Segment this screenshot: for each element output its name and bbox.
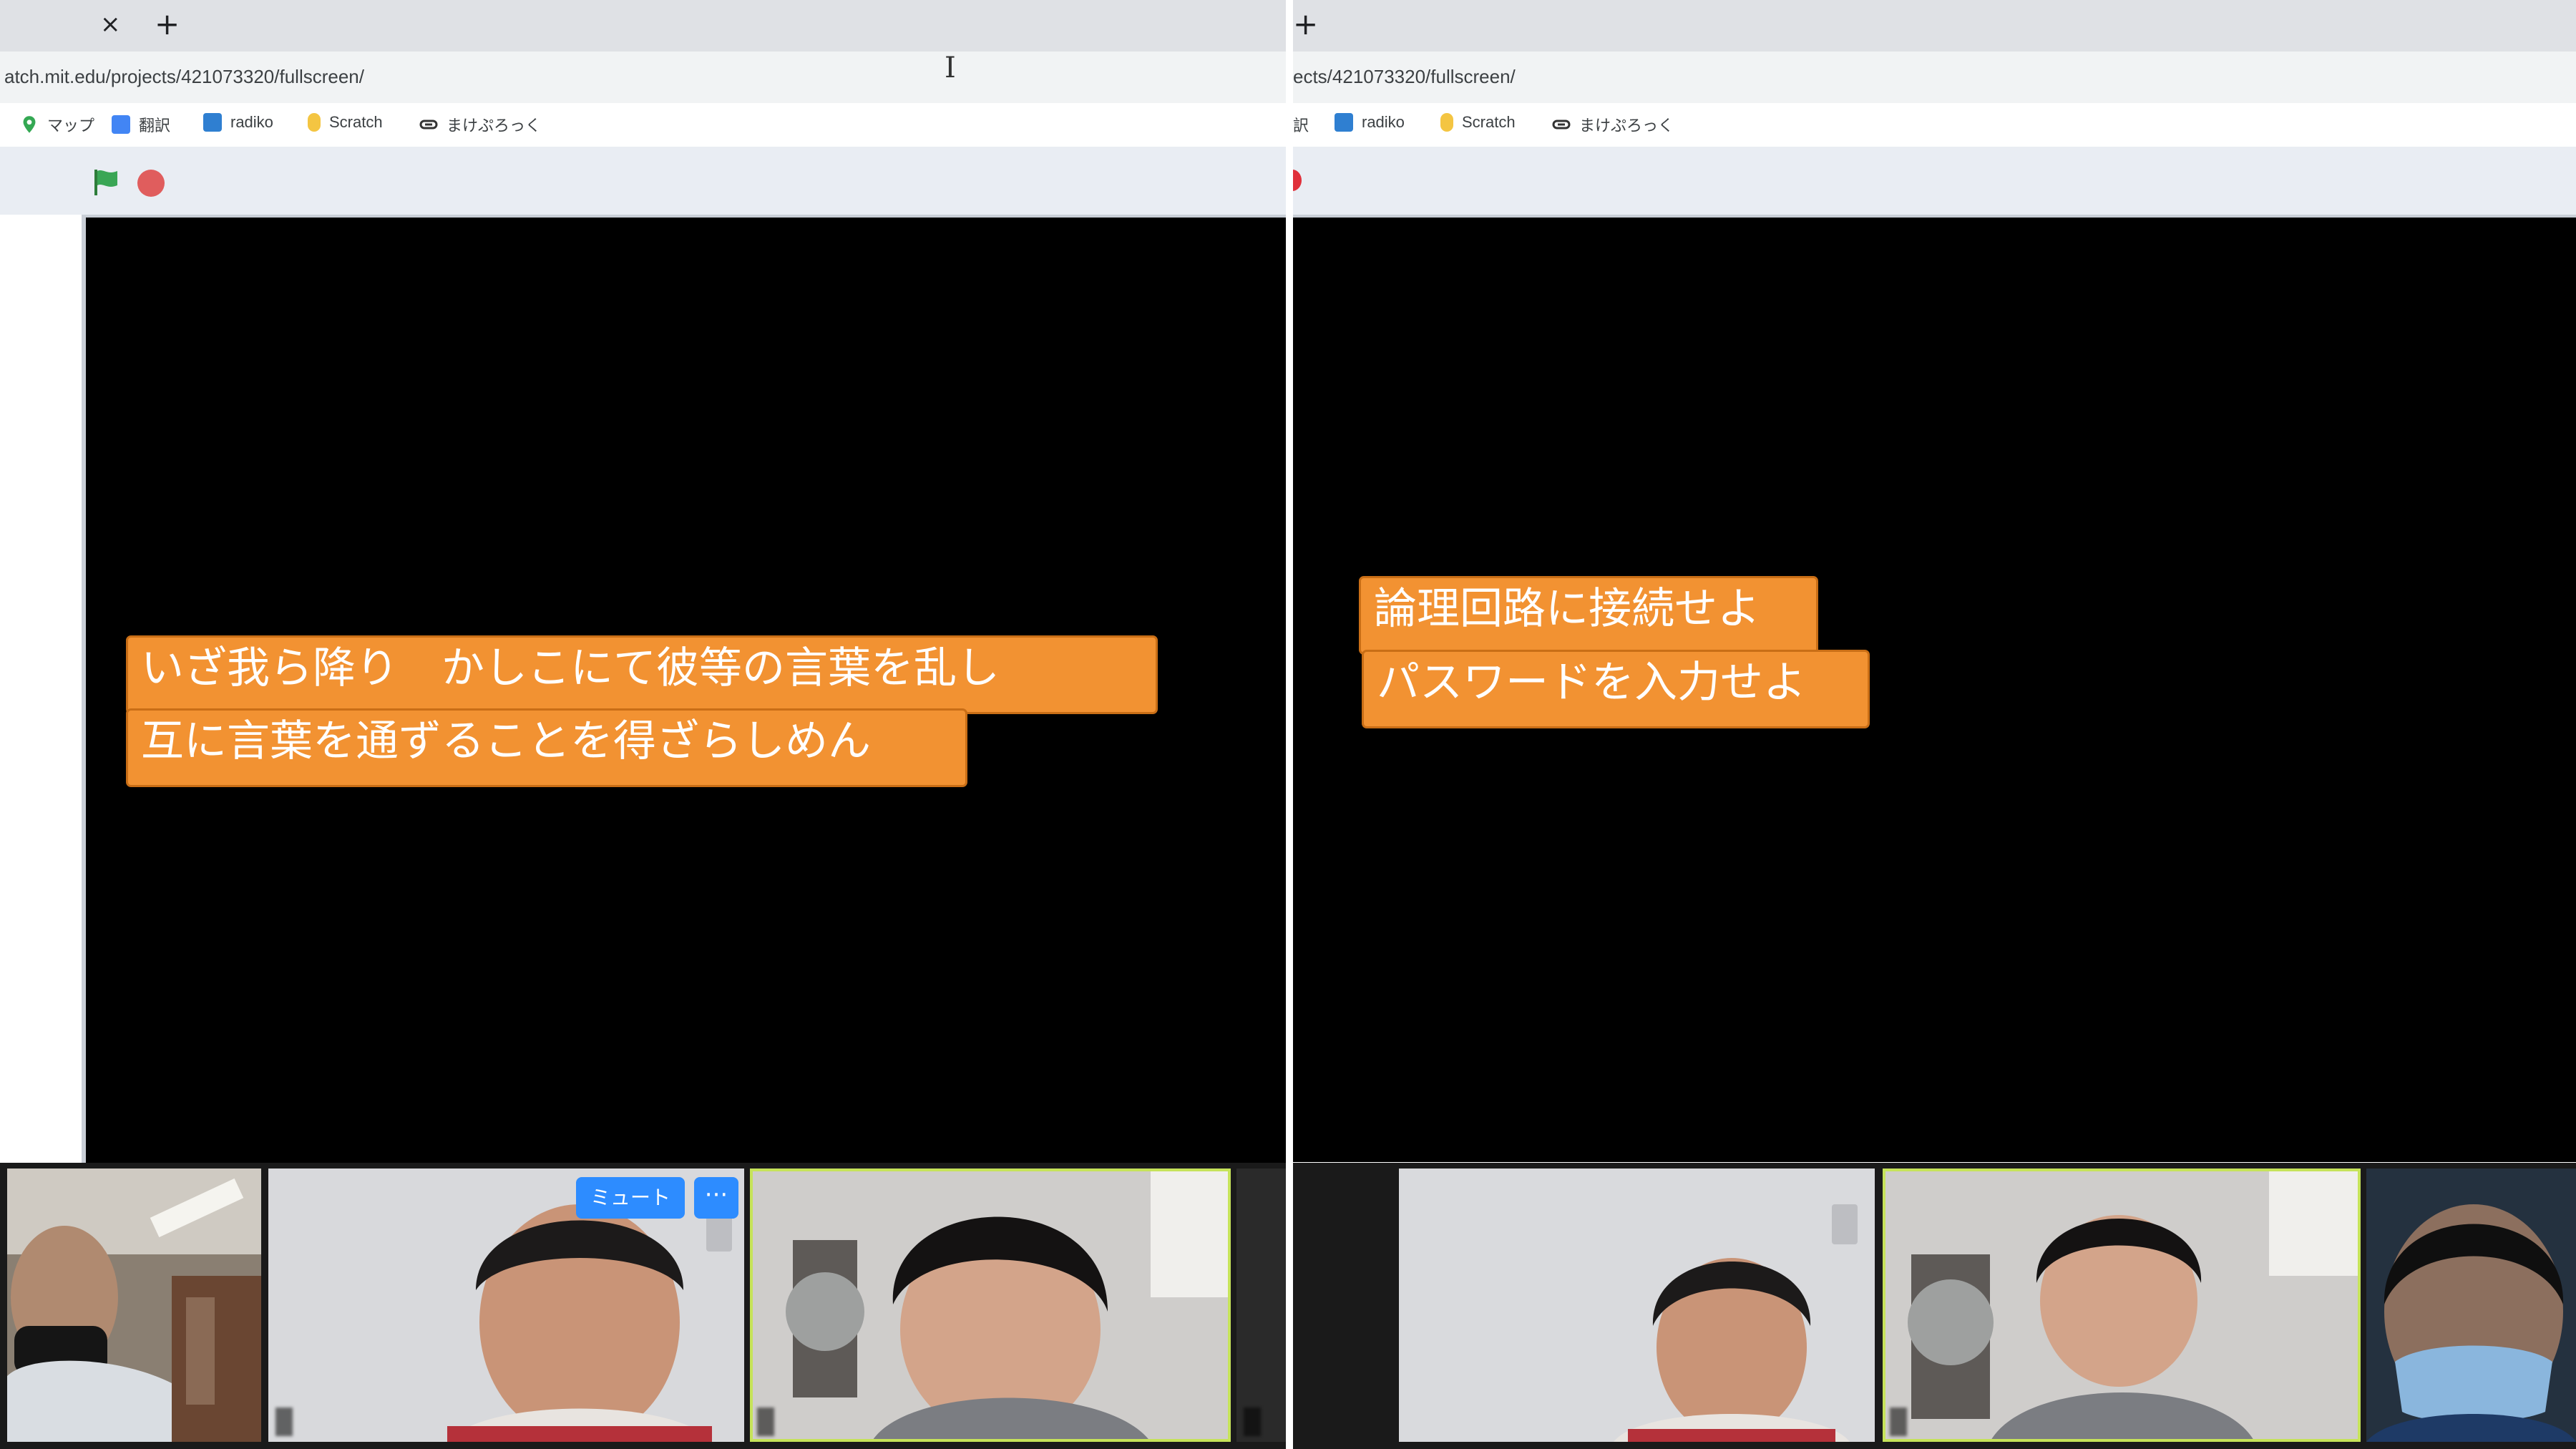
participant-name [275,1407,293,1436]
stop-icon[interactable] [137,170,165,197]
scratch-controls [1293,147,2576,215]
speech-bubble: パスワードを入力せよ [1362,650,1870,728]
bookmark-translate[interactable]: 訳 [1293,113,1309,136]
bookmark-label: まけぷろっく [1579,117,1674,135]
participant-video-active[interactable] [1883,1169,2361,1442]
stage-gutter [0,215,82,1169]
url-text[interactable]: atch.mit.edu/projects/421073320/fullscre… [4,66,364,88]
bookmarks-bar: 訳 radiko Scratch まけぷろっく [1293,103,2576,146]
tab-close-icon[interactable]: × [100,10,121,39]
left-browser-window: × + atch.mit.edu/projects/421073320/full… [0,0,1286,1449]
participant-image [7,1169,261,1442]
bookmark-label: radiko [230,113,273,131]
translate-icon [112,115,130,134]
scratch-controls [0,147,1286,215]
bookmark-translate[interactable]: 翻訳 [112,113,170,136]
scratch-icon [1440,113,1453,132]
bookmark-label: Scratch [1462,113,1516,131]
participant-video[interactable] [7,1169,261,1442]
green-flag-icon[interactable] [92,168,120,197]
bookmark-scratch[interactable]: Scratch [308,113,383,132]
address-bar[interactable]: atch.mit.edu/projects/421073320/fullscre… [0,52,1286,103]
participant-video[interactable] [1399,1169,1875,1442]
new-tab-icon[interactable]: + [155,9,180,40]
bookmark-label: まけぷろっく [447,117,542,135]
speech-bubble: 論理回路に接続せよ [1359,576,1818,655]
right-browser-window: + ects/421073320/fullscreen/ 訳 radiko Sc… [1293,0,2576,1449]
participant-name [1890,1407,1907,1436]
bookmark-radiko[interactable]: radiko [203,113,273,132]
radiko-icon [1335,113,1353,132]
bookmark-maps[interactable]: マップ [20,113,94,136]
bookmark-radiko[interactable]: radiko [1335,113,1405,132]
speech-bubble: いざ我ら降り かしこにて彼等の言葉を乱し [126,635,1158,714]
participant-name [1244,1407,1261,1436]
url-text[interactable]: ects/421073320/fullscreen/ [1293,66,1516,88]
participant-name [757,1407,774,1436]
bookmark-label: 訳 [1293,117,1309,135]
participant-video-partial[interactable] [1236,1169,1286,1442]
radiko-icon [203,113,222,132]
text-cursor-icon: I [945,52,956,84]
more-options-button[interactable]: ··· [694,1177,738,1219]
bookmark-makeprock[interactable]: まけぷろっく [1552,113,1674,136]
bookmark-label: Scratch [329,113,383,131]
maps-pin-icon [23,116,36,133]
bookmark-scratch[interactable]: Scratch [1440,113,1516,132]
participant-image [1399,1169,1875,1442]
participant-video-active[interactable] [750,1169,1231,1442]
bookmark-label: radiko [1362,113,1405,131]
bookmark-label: マップ [47,117,95,135]
participant-video[interactable]: ミュート ··· [268,1169,744,1442]
bookmark-makeprock[interactable]: まけぷろっく [419,113,541,136]
mute-button[interactable]: ミュート [576,1177,686,1219]
tab-strip: + [1293,0,2576,52]
participant-image [1236,1169,1286,1442]
scratch-icon [308,113,321,132]
link-icon [1552,119,1571,130]
bookmarks-bar: マップ 翻訳 radiko Scratch まけぷろっく [0,103,1286,146]
bookmark-label: 翻訳 [139,117,171,135]
participant-image [750,1169,1231,1442]
speech-bubble: 互に言葉を通ずることを得ざらしめん [126,708,967,787]
stop-icon[interactable] [1293,170,1302,191]
tab-strip: × + [0,0,1286,52]
new-tab-icon[interactable]: + [1293,9,1318,40]
split-divider [1286,0,1293,1449]
link-icon [419,119,438,130]
participant-image [2366,1169,2576,1442]
participant-image [1883,1169,2361,1442]
participant-video[interactable] [2366,1169,2576,1442]
address-bar[interactable]: ects/421073320/fullscreen/ [1293,52,2576,103]
